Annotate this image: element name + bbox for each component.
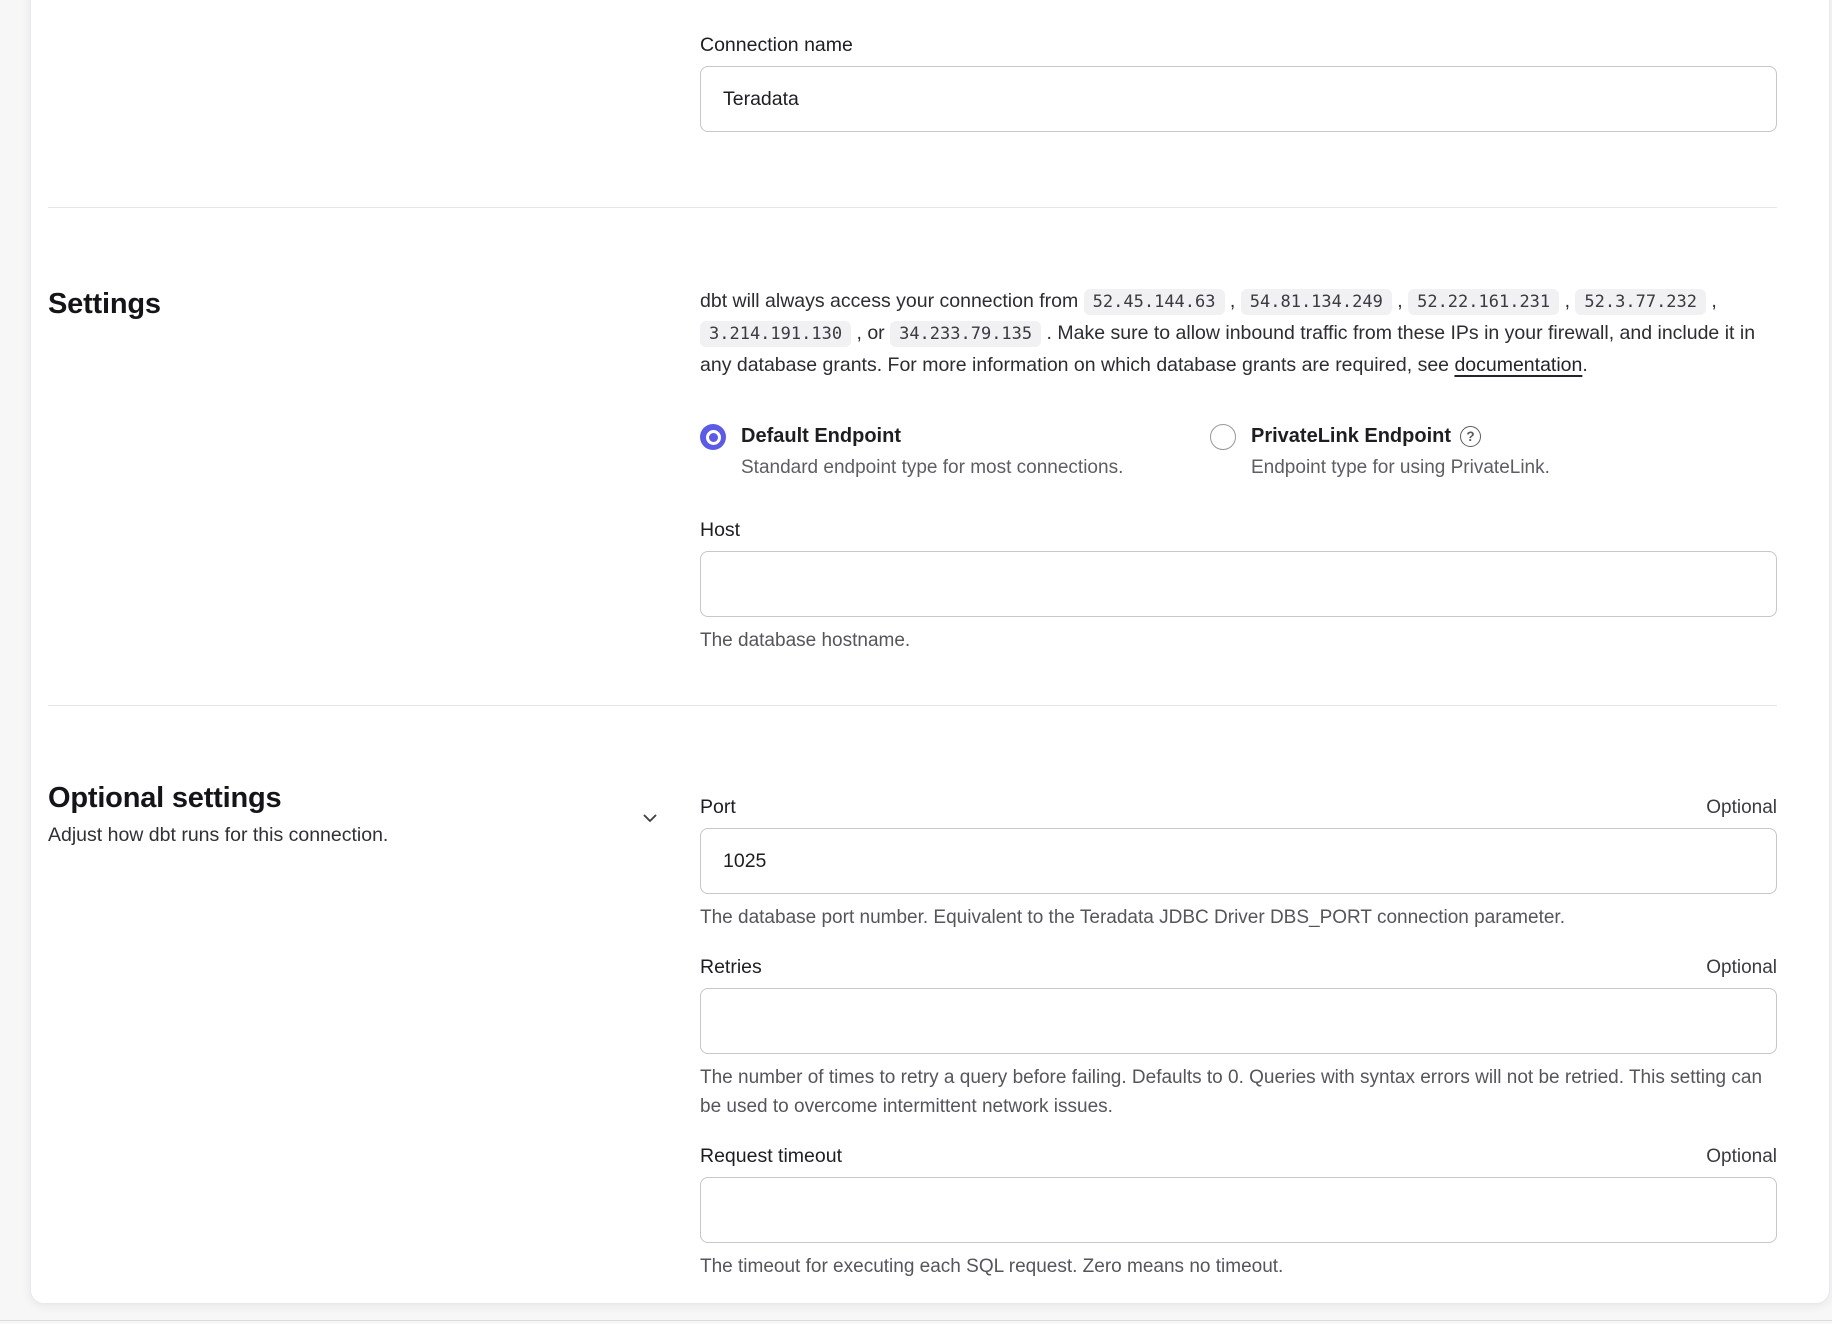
host-label: Host [700, 519, 740, 541]
radio-label-default-endpoint: Default Endpoint [741, 423, 1123, 450]
optional-settings-heading: Optional settings [48, 780, 640, 816]
connection-name-label: Connection name [700, 34, 853, 56]
chevron-down-icon[interactable] [638, 806, 662, 830]
optional-badge: Optional [1706, 957, 1777, 979]
ip-badge: 54.81.134.249 [1241, 289, 1392, 315]
connection-name-input[interactable] [700, 66, 1777, 132]
ip-badge: 52.22.161.231 [1408, 289, 1559, 315]
retries-label: Retries [700, 954, 762, 980]
radio-label-privatelink-endpoint: PrivateLink Endpoint [1251, 423, 1451, 450]
radio-option-default-endpoint[interactable]: Default Endpoint Standard endpoint type … [700, 423, 1210, 481]
optional-badge: Optional [1706, 1146, 1777, 1168]
radio-selected-icon[interactable] [700, 424, 726, 450]
host-input[interactable] [700, 551, 1777, 617]
endpoint-radio-group: Default Endpoint Standard endpoint type … [700, 423, 1777, 481]
radio-unselected-icon[interactable] [1210, 424, 1236, 450]
radio-description: Endpoint type for using PrivateLink. [1251, 455, 1550, 481]
host-field-group: Host The database hostname. [700, 517, 1777, 655]
retries-field-group: Retries Optional The number of times to … [700, 954, 1777, 1121]
connection-name-section: Connection name [48, 0, 1777, 207]
optional-badge: Optional [1706, 797, 1777, 819]
optional-settings-subtitle: Adjust how dbt runs for this connection. [48, 822, 640, 848]
request-timeout-helper-text: The timeout for executing each SQL reque… [700, 1252, 1777, 1281]
radio-option-privatelink-endpoint[interactable]: PrivateLink Endpoint ? Endpoint type for… [1210, 423, 1550, 481]
page-bottom-edge [0, 1320, 1832, 1321]
ip-badge: 3.214.191.130 [700, 321, 851, 347]
port-helper-text: The database port number. Equivalent to … [700, 903, 1777, 932]
documentation-link[interactable]: documentation [1454, 354, 1582, 376]
host-helper-text: The database hostname. [700, 626, 1777, 655]
ip-badge: 52.45.144.63 [1084, 289, 1225, 315]
radio-description: Standard endpoint type for most connecti… [741, 455, 1123, 481]
help-icon[interactable]: ? [1460, 426, 1481, 447]
port-field-group: Port Optional The database port number. … [700, 794, 1777, 932]
request-timeout-field-group: Request timeout Optional The timeout for… [700, 1143, 1777, 1281]
settings-heading: Settings [48, 286, 640, 322]
request-timeout-label: Request timeout [700, 1143, 842, 1169]
retries-helper-text: The number of times to retry a query bef… [700, 1063, 1777, 1121]
port-input[interactable] [700, 828, 1777, 894]
optional-settings-section: Optional settings Adjust how dbt runs fo… [48, 706, 1777, 1303]
ip-allowlist-text: dbt will always access your connection f… [700, 286, 1777, 381]
settings-section: Settings dbt will always access your con… [48, 208, 1777, 705]
ip-badge: 52.3.77.232 [1575, 289, 1706, 315]
port-label: Port [700, 794, 736, 820]
request-timeout-input[interactable] [700, 1177, 1777, 1243]
ip-badge: 34.233.79.135 [890, 321, 1041, 347]
retries-input[interactable] [700, 988, 1777, 1054]
